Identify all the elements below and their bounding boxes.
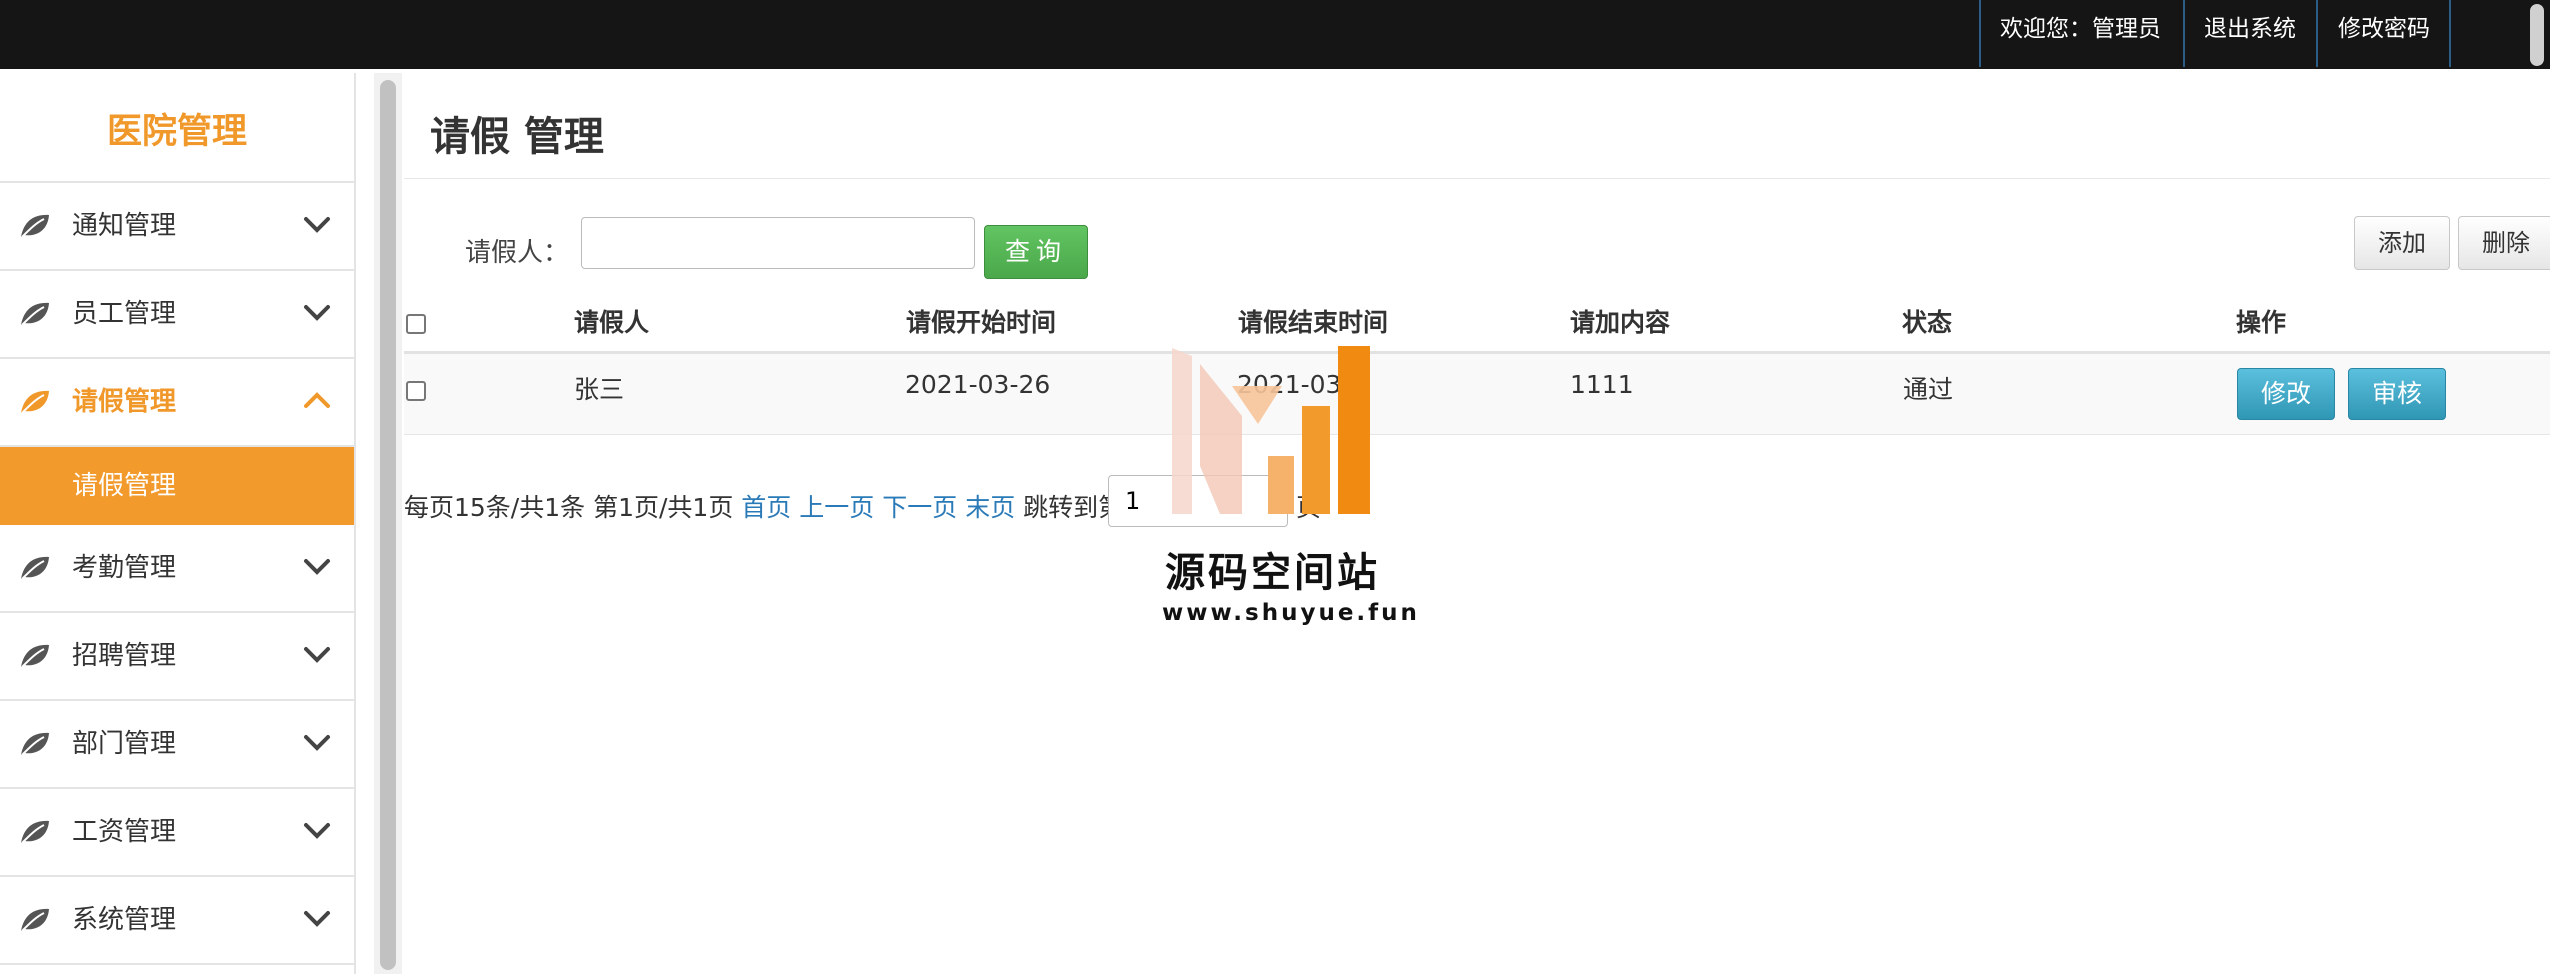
column-header: 请假结束时间 <box>1238 308 1389 337</box>
cell-content: 1111 <box>1570 370 1634 399</box>
column-header: 操作 <box>2236 308 2287 337</box>
column-header: 请加内容 <box>1570 308 1671 337</box>
leaf-icon <box>21 556 49 580</box>
watermark-name: 源码空间站 <box>1165 550 1380 596</box>
sidebar-item-label: 员工管理 <box>72 299 177 329</box>
pager-prev-link[interactable]: 上一页 <box>799 493 874 522</box>
sidebar-item-department[interactable]: 部门管理 <box>0 701 354 789</box>
pager-last-link[interactable]: 末页 <box>965 493 1015 522</box>
column-header: 请假人 <box>574 308 650 337</box>
chevron-down-icon <box>304 823 330 839</box>
sidebar-item-label: 部门管理 <box>72 729 177 759</box>
title-divider <box>404 178 2550 179</box>
chevron-down-icon <box>304 217 330 233</box>
pagination: 每页15条/共1条 第1页/共1页 首页 上一页 下一页 末页 跳转到第 <box>404 488 1123 524</box>
leaf-icon <box>21 302 49 326</box>
sidebar-item-salary[interactable]: 工资管理 <box>0 789 354 877</box>
edit-button[interactable]: 修改 <box>2237 368 2335 420</box>
top-divider <box>2316 0 2318 67</box>
cell-start-time: 2021-03-26 <box>905 370 1051 399</box>
leaf-icon <box>21 214 49 238</box>
sidebar-brand: 医院管理 <box>0 73 354 183</box>
select-all-checkbox[interactable] <box>406 314 426 334</box>
welcome-text: 欢迎您：管理员 <box>2000 16 2161 42</box>
table-row <box>404 354 2550 435</box>
cell-status: 通过 <box>1903 375 1954 404</box>
sidebar-item-label: 考勤管理 <box>72 553 177 583</box>
chevron-down-icon <box>304 647 330 663</box>
sidebar-item-leave[interactable]: 请假管理 <box>0 359 354 447</box>
search-button[interactable]: 查询 <box>984 225 1088 279</box>
sidebar-item-label: 系统管理 <box>72 905 177 935</box>
add-button[interactable]: 添加 <box>2354 216 2450 270</box>
sidebar-item-staff[interactable]: 员工管理 <box>0 271 354 359</box>
pager-summary: 每页15条/共1条 第1页/共1页 <box>404 493 734 522</box>
chevron-up-icon <box>304 392 330 408</box>
sidebar-item-system[interactable]: 系统管理 <box>0 877 354 965</box>
sidebar-subitem-leave[interactable]: 请假管理 <box>0 447 354 525</box>
leaf-icon <box>21 644 49 668</box>
row-checkbox[interactable] <box>406 381 426 401</box>
pager-next-link[interactable]: 下一页 <box>882 493 957 522</box>
delete-button[interactable]: 删除 <box>2458 216 2550 270</box>
review-button[interactable]: 审核 <box>2348 368 2446 420</box>
leaf-icon <box>21 908 49 932</box>
top-bar: 欢迎您：管理员 退出系统 修改密码 <box>0 0 2550 69</box>
window-scrollbar[interactable] <box>2530 4 2544 66</box>
leaf-icon <box>21 820 49 844</box>
sidebar-item-notice[interactable]: 通知管理 <box>0 183 354 271</box>
page-title: 请假 管理 <box>430 114 604 160</box>
sidebar-item-label: 请假管理 <box>72 387 177 417</box>
sidebar-item-label: 招聘管理 <box>72 641 177 671</box>
sidebar-subitem-label: 请假管理 <box>72 471 177 501</box>
chevron-down-icon <box>304 735 330 751</box>
top-divider <box>2183 0 2185 67</box>
leaf-icon <box>21 390 49 414</box>
watermark-logo <box>1172 346 1370 514</box>
top-divider <box>2449 0 2451 67</box>
chevron-down-icon <box>304 559 330 575</box>
chevron-down-icon <box>304 911 330 927</box>
logout-link[interactable]: 退出系统 <box>2204 0 2296 58</box>
sidebar-item-label: 通知管理 <box>72 211 177 241</box>
chevron-down-icon <box>304 305 330 321</box>
sidebar: 医院管理 通知管理 员工管理 请假管理 请假管理 考勤管理 招聘管理 部门管理 … <box>0 73 356 974</box>
cell-applicant: 张三 <box>574 375 625 404</box>
column-header: 状态 <box>1902 308 1953 337</box>
sidebar-scrollbar-thumb[interactable] <box>380 80 396 970</box>
sidebar-item-attendance[interactable]: 考勤管理 <box>0 525 354 613</box>
top-divider <box>1979 0 1981 67</box>
change-password-link[interactable]: 修改密码 <box>2338 0 2430 58</box>
sidebar-item-recruit[interactable]: 招聘管理 <box>0 613 354 701</box>
column-header: 请假开始时间 <box>906 308 1057 337</box>
sidebar-item-label: 工资管理 <box>72 817 177 847</box>
search-label: 请假人： <box>465 238 570 268</box>
leaf-icon <box>21 732 49 756</box>
search-input[interactable] <box>581 217 975 269</box>
watermark-url: www.shuyue.fun <box>1162 600 1420 626</box>
pager-first-link[interactable]: 首页 <box>741 493 791 522</box>
